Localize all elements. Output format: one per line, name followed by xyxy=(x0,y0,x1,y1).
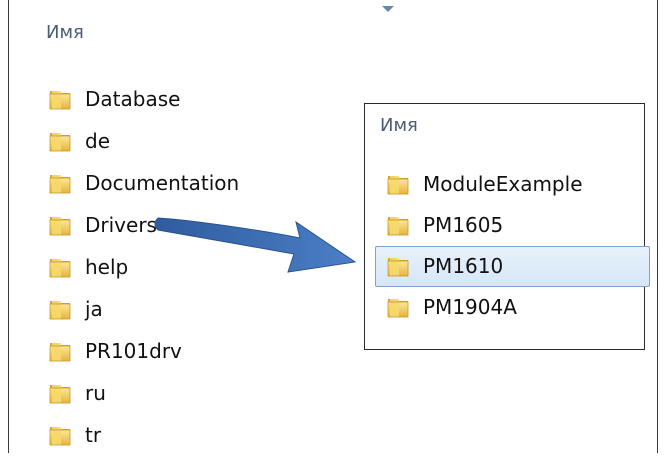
name-column-header[interactable]: Имя xyxy=(380,115,418,136)
folder-label: ru xyxy=(85,381,106,405)
name-column-header[interactable]: Имя xyxy=(46,22,84,43)
folder-icon xyxy=(47,170,73,196)
folder-label: PM1904A xyxy=(423,294,517,319)
folder-label: PM1605 xyxy=(423,212,504,237)
folder-icon xyxy=(385,294,411,320)
folder-item-pm1610[interactable]: PM1610 xyxy=(375,245,650,287)
folder-label: ja xyxy=(85,297,103,321)
right-folder-list: ModuleExample PM1605 PM1610 PM1904A xyxy=(375,163,650,327)
folder-item-pr101drv[interactable]: PR101drv xyxy=(47,330,239,372)
folder-item-de[interactable]: de xyxy=(47,120,239,162)
arrow-right-icon xyxy=(154,217,357,273)
folder-icon xyxy=(47,422,73,448)
folder-label: Database xyxy=(85,87,181,111)
folder-label: help xyxy=(85,255,129,279)
folder-label: ModuleExample xyxy=(423,171,583,196)
folder-item-database[interactable]: Database xyxy=(47,78,239,120)
folder-icon xyxy=(385,212,411,238)
folder-label: PM1610 xyxy=(423,253,504,278)
folder-icon xyxy=(385,253,411,279)
folder-item-tr[interactable]: tr xyxy=(47,414,239,456)
folder-item-pm1605[interactable]: PM1605 xyxy=(385,204,583,245)
folder-icon xyxy=(47,338,73,364)
folder-icon xyxy=(47,212,73,238)
folder-icon xyxy=(385,171,411,197)
sort-indicator-icon xyxy=(382,6,394,12)
folder-icon xyxy=(47,86,73,112)
folder-item-moduleexample[interactable]: ModuleExample xyxy=(385,163,583,204)
folder-label: PR101drv xyxy=(85,339,182,363)
folder-icon xyxy=(47,296,73,322)
right-file-list-pane: Имя ModuleExample PM1605 PM1610 PM1904A xyxy=(364,103,650,350)
folder-label: de xyxy=(85,129,110,153)
folder-icon xyxy=(47,254,73,280)
folder-item-ja[interactable]: ja xyxy=(47,288,239,330)
folder-label: Drivers xyxy=(85,213,157,237)
folder-item-ru[interactable]: ru xyxy=(47,372,239,414)
folder-icon xyxy=(47,128,73,154)
folder-label: tr xyxy=(85,423,102,447)
folder-icon xyxy=(47,380,73,406)
folder-item-pm1904a[interactable]: PM1904A xyxy=(385,286,583,327)
